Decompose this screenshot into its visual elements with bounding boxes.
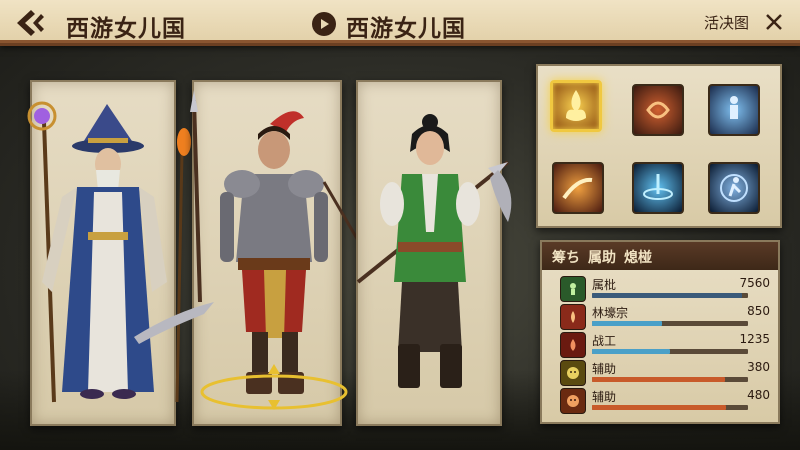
page-title: 西游女儿国 xyxy=(66,16,186,42)
golden-mask-icon xyxy=(560,360,586,386)
close-icon xyxy=(766,14,782,30)
character-card-warrior[interactable] xyxy=(134,80,396,426)
stat-bar xyxy=(592,321,748,326)
green-figure-icon xyxy=(560,276,586,302)
fire-slash-icon xyxy=(562,177,593,200)
red-mask-icon xyxy=(560,388,586,414)
stat-bar-fill xyxy=(592,349,670,354)
stat-value: 380 xyxy=(747,360,770,374)
blue-figure-icon xyxy=(730,96,738,119)
stat-bar-fill xyxy=(592,405,727,410)
stat-row: 林壕宗 850 xyxy=(560,304,774,332)
stat-value: 7560 xyxy=(739,276,770,290)
skill-slot-5[interactable] xyxy=(632,162,684,214)
stats-header: 筹ち 属助 熄椪 xyxy=(542,242,778,270)
stat-row: 辅助 480 xyxy=(560,388,774,416)
stat-row: 属枇 7560 xyxy=(560,276,774,304)
stat-row: 战工 1235 xyxy=(560,332,774,360)
stat-row: 辅助 380 xyxy=(560,360,774,388)
stat-label: 辅助 xyxy=(592,362,617,376)
top-bar: 西游女儿国 西游女儿国 活决图 xyxy=(0,0,800,46)
stat-bar xyxy=(592,349,748,354)
stat-bar xyxy=(592,405,748,410)
dark-flame-icon xyxy=(560,332,586,358)
stat-value: 480 xyxy=(747,388,770,402)
close-button[interactable] xyxy=(762,8,786,36)
character-card-ranger[interactable] xyxy=(356,80,512,426)
stat-label: 战工 xyxy=(592,334,617,348)
skill-slot-6[interactable] xyxy=(708,162,760,214)
skill-panel xyxy=(536,64,782,228)
play-icon xyxy=(321,19,329,29)
golden-flame-icon xyxy=(566,90,586,121)
red-flame-icon xyxy=(560,304,586,330)
back-arrow-icon xyxy=(17,10,44,36)
blue-runner-icon xyxy=(720,174,748,202)
skill-slot-4[interactable] xyxy=(552,162,604,214)
top-link[interactable]: 活决图 xyxy=(704,12,749,33)
stat-value: 1235 xyxy=(739,332,770,346)
stats-header-col-3: 熄椪 xyxy=(624,250,652,266)
water-burst-icon xyxy=(643,174,673,200)
skill-slot-2[interactable] xyxy=(632,84,684,136)
play-button[interactable] xyxy=(312,12,336,36)
stat-bar-fill xyxy=(592,293,742,298)
stats-panel: 筹ち 属助 熄椪 属枇 7560 林壕宗 850 战工 1235 辅助 380 xyxy=(540,240,780,424)
stat-bar xyxy=(592,377,748,382)
stat-label: 辅助 xyxy=(592,390,617,404)
stat-bar-fill xyxy=(592,377,725,382)
fire-swirl-icon xyxy=(646,101,670,119)
warrior-figure xyxy=(134,90,396,410)
skill-slot-1[interactable] xyxy=(550,80,602,132)
wizard-figure xyxy=(27,101,191,403)
character-card-wizard[interactable] xyxy=(27,80,191,426)
skill-slot-3[interactable] xyxy=(708,84,760,136)
stats-header-col-1: 筹ち xyxy=(552,250,580,266)
stats-header-col-2: 属助 xyxy=(588,250,616,266)
stat-label: 林壕宗 xyxy=(592,306,629,320)
back-button[interactable] xyxy=(10,5,50,41)
center-title: 西游女儿国 xyxy=(346,16,466,42)
stat-bar-fill xyxy=(592,321,663,326)
stat-bar xyxy=(592,293,748,298)
ranger-figure xyxy=(356,114,512,388)
stat-label: 属枇 xyxy=(592,278,617,292)
stat-value: 850 xyxy=(747,304,770,318)
